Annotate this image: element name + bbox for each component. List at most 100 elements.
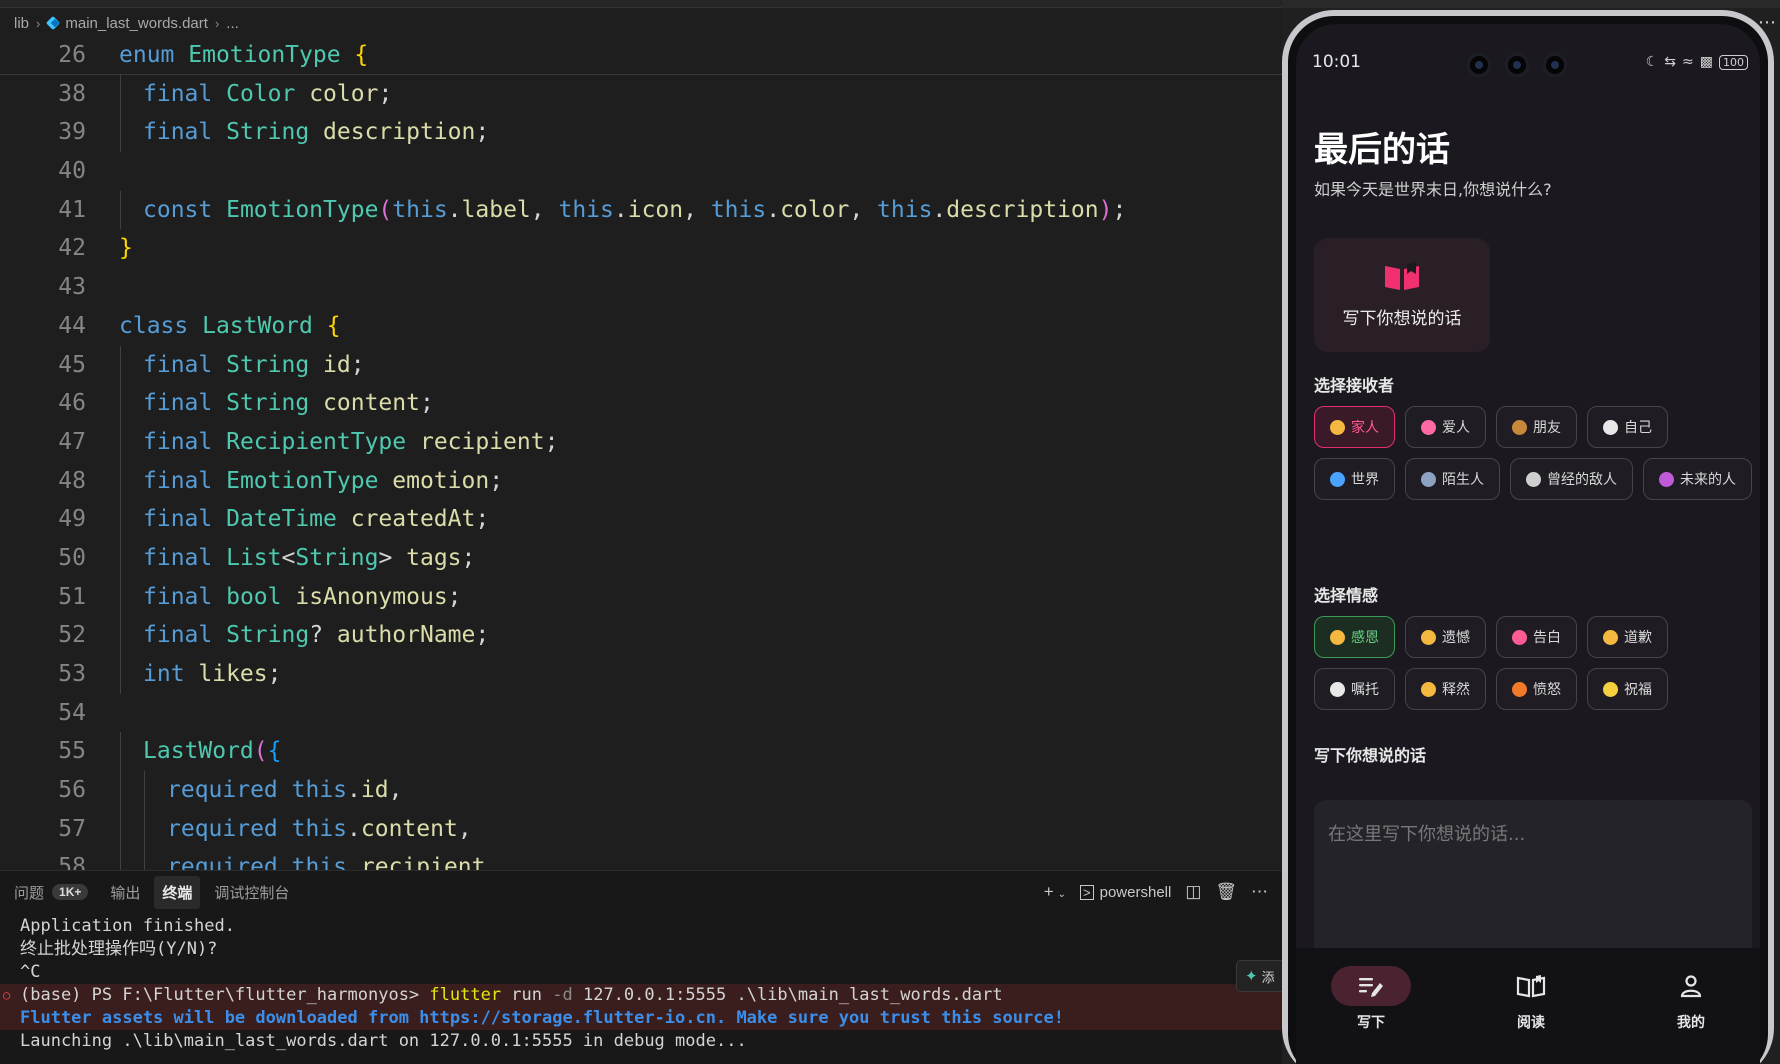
- phone-frame: 10:01 ☾ ⇆ ≈ ▩ 100 最后的话 如果今天是世界末日,你想说什么?: [1282, 10, 1774, 1064]
- line-number: 51: [58, 583, 86, 610]
- code-line[interactable]: 41 const EmotionType(this.label, this.ico…: [0, 190, 1282, 230]
- terminal-output[interactable]: Application finished. 终止批处理操作吗(Y/N)? ^C …: [0, 915, 1282, 1053]
- recipient-chip[interactable]: 朋友: [1496, 406, 1577, 448]
- recipient-chip[interactable]: 自己: [1587, 406, 1668, 448]
- status-icons: ☾ ⇆ ≈ ▩ 100: [1646, 54, 1748, 70]
- code-token: .: [347, 815, 361, 842]
- trash-icon[interactable]: 🗑: [1215, 882, 1237, 902]
- recipient-chip[interactable]: 爱人: [1405, 406, 1486, 448]
- code-text: final EmotionType emotion;: [143, 462, 503, 501]
- breadcrumb-file[interactable]: main_last_words.dart: [65, 15, 208, 32]
- more-icon[interactable]: ⋯: [1251, 882, 1268, 902]
- code-line[interactable]: 51 final bool isAnonymous;: [0, 577, 1282, 617]
- code-token: ,: [530, 196, 559, 223]
- emotion-chip[interactable]: 告白: [1496, 616, 1577, 658]
- emotion-chip-label: 祝福: [1624, 682, 1652, 698]
- code-line[interactable]: 49 final DateTime createdAt;: [0, 500, 1282, 539]
- emotion-chip[interactable]: 释然: [1405, 668, 1486, 710]
- recipient-chip[interactable]: 曾经的敌人: [1510, 458, 1633, 500]
- terminal-selector[interactable]: > powershell: [1080, 884, 1171, 901]
- code-line[interactable]: 44 class LastWord {: [0, 307, 1282, 346]
- code-line[interactable]: 38 final Color color;: [0, 74, 1282, 114]
- code-line[interactable]: 50 final List<String> tags;: [0, 538, 1282, 578]
- code-line[interactable]: 54: [0, 694, 1282, 733]
- code-line[interactable]: 58 required this.recipient,: [0, 848, 1282, 870]
- emotion-chip[interactable]: 遗憾: [1405, 616, 1486, 658]
- recipient-chip[interactable]: 陌生人: [1405, 458, 1500, 500]
- code-line[interactable]: 56 required this.id,: [0, 771, 1282, 810]
- recipient-chip[interactable]: 家人: [1314, 406, 1395, 448]
- nav-item-write[interactable]: 写下: [1316, 966, 1426, 1032]
- code-token: this: [291, 815, 348, 842]
- nav-item-profile[interactable]: 我的: [1636, 966, 1746, 1032]
- breadcrumb-folder[interactable]: lib: [14, 15, 29, 32]
- code-line[interactable]: 42}: [0, 229, 1282, 268]
- code-token: .: [347, 777, 361, 804]
- code-token: EmotionType: [226, 196, 379, 223]
- emotion-chip[interactable]: 愤怒: [1496, 668, 1577, 710]
- code-text: enum EmotionType {: [119, 36, 368, 75]
- bottom-panel: 问题 1K+ 输出 终端 调试控制台 + ⌄ > powershell ◫ 🗑 ⋯…: [0, 870, 1282, 1064]
- code-line[interactable]: 43: [0, 268, 1282, 307]
- phone-screen[interactable]: 10:01 ☾ ⇆ ≈ ▩ 100 最后的话 如果今天是世界末日,你想说什么?: [1296, 24, 1760, 1064]
- emotion-chip[interactable]: 道歉: [1587, 616, 1668, 658]
- terminal-cmd-args: run: [501, 985, 553, 1005]
- sparkle-icon: ✦: [1245, 967, 1258, 985]
- indent-guide: [120, 345, 121, 385]
- terminal-command-line: ○ (base) PS F:\Flutter\flutter_harmonyos>…: [0, 984, 1282, 1007]
- emotion-chip-label: 释然: [1442, 682, 1470, 698]
- tab-terminal[interactable]: 终端: [154, 875, 201, 909]
- code-token: class: [119, 312, 203, 339]
- code-token: <: [281, 544, 296, 571]
- indent-guide: [120, 538, 121, 578]
- code-text: required this.content,: [167, 810, 472, 849]
- bottom-nav: 写下 阅读 我的: [1296, 948, 1760, 1064]
- write-card[interactable]: 写下你想说的话: [1314, 238, 1490, 352]
- breadcrumb-symbol[interactable]: ...: [226, 15, 239, 32]
- code-token: .: [766, 196, 781, 223]
- code-line[interactable]: 57 required this.content,: [0, 809, 1282, 849]
- add-terminal-icon[interactable]: + ⌄: [1044, 882, 1066, 902]
- nav-pill: [1491, 966, 1571, 1006]
- tab-debug-console[interactable]: 调试控制台: [206, 876, 297, 909]
- emotion-chip-label: 告白: [1533, 630, 1561, 646]
- emotion-chip[interactable]: 祝福: [1587, 668, 1668, 710]
- recipient-chip[interactable]: 世界: [1314, 458, 1395, 500]
- nav-item-read[interactable]: 阅读: [1476, 966, 1586, 1032]
- code-line[interactable]: 52 final String? authorName;: [0, 616, 1282, 655]
- code-token: .: [932, 196, 947, 223]
- code-token: ;: [447, 583, 462, 610]
- copilot-add-chip[interactable]: ✦ 添: [1236, 960, 1286, 992]
- code-line[interactable]: 45 final String id;: [0, 345, 1282, 385]
- emoji-icon: [1659, 471, 1674, 487]
- message-textarea[interactable]: 在这里写下你想说的话...: [1314, 800, 1752, 970]
- terminal-cmd: flutter: [429, 985, 502, 1005]
- code-line[interactable]: 40: [0, 152, 1282, 191]
- emotion-chip[interactable]: 嘱托: [1314, 668, 1395, 710]
- code-token: ;: [461, 544, 476, 571]
- code-line[interactable]: 53 int likes;: [0, 655, 1282, 694]
- code-line[interactable]: 39 final String description;: [0, 113, 1282, 153]
- code-line[interactable]: 55 LastWord({: [0, 732, 1282, 772]
- line-number: 50: [58, 544, 86, 571]
- tab-output[interactable]: 输出: [102, 876, 148, 909]
- code-editor[interactable]: lib › main_last_words.dart › ... 26 enum …: [0, 0, 1282, 870]
- code-token: this: [392, 196, 448, 223]
- page-subtitle: 如果今天是世界末日,你想说什么?: [1314, 180, 1552, 199]
- code-line[interactable]: 26 enum EmotionType {: [0, 36, 1282, 75]
- code-token: content: [323, 390, 420, 417]
- recipient-chip[interactable]: 未来的人: [1643, 458, 1752, 500]
- tab-problems[interactable]: 问题 1K+: [6, 876, 96, 909]
- shell-label: powershell: [1099, 883, 1172, 901]
- book-icon: [1516, 975, 1546, 998]
- code-line[interactable]: 48 final EmotionType emotion;: [0, 461, 1282, 501]
- indent-guide: [120, 616, 121, 655]
- split-terminal-icon[interactable]: ◫: [1185, 882, 1201, 902]
- code-area[interactable]: 26 enum EmotionType {38 final Color color;…: [0, 36, 1282, 870]
- chevron-right-icon: ›: [36, 15, 41, 31]
- code-token: .: [347, 854, 361, 870]
- emotion-chip[interactable]: 感恩: [1314, 616, 1395, 658]
- code-token: ,: [683, 196, 711, 223]
- code-line[interactable]: 46 final String content;: [0, 384, 1282, 423]
- code-line[interactable]: 47 final RecipientType recipient;: [0, 422, 1282, 462]
